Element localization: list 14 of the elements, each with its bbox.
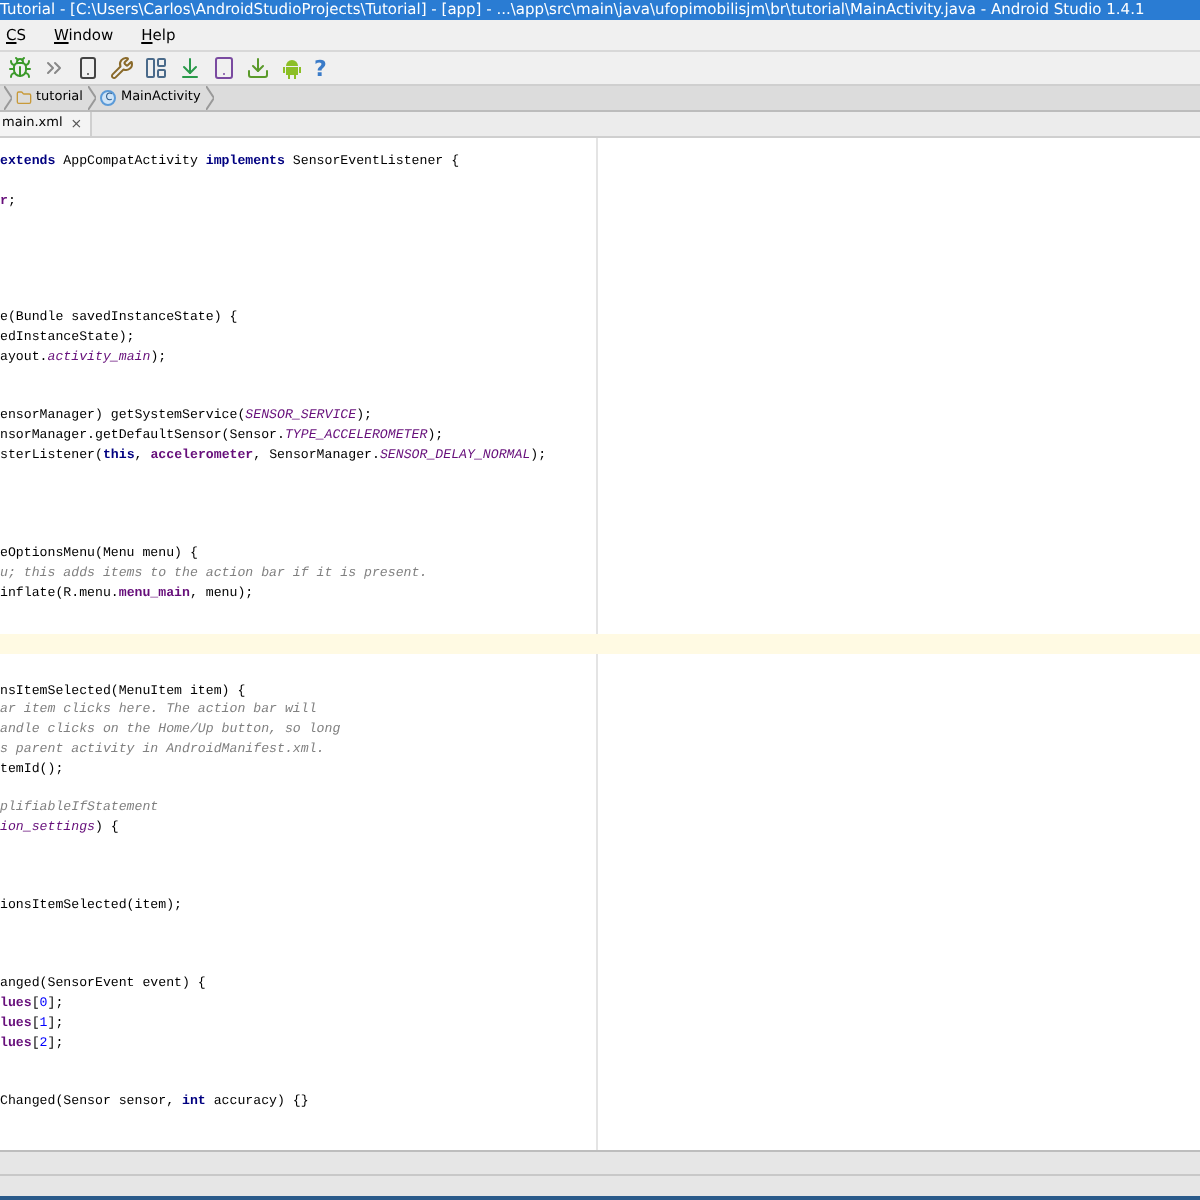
double-chevron-icon[interactable]: [42, 56, 66, 80]
download-arrow-icon[interactable]: [178, 56, 202, 80]
phone-icon[interactable]: [76, 56, 100, 80]
folder-icon: [16, 90, 32, 106]
bug-icon[interactable]: [8, 56, 32, 80]
help-button[interactable]: ?: [314, 57, 327, 79]
chevron-separator-icon: [88, 86, 97, 110]
panels-icon[interactable]: [144, 56, 168, 80]
android-icon[interactable]: [280, 56, 304, 80]
wrench-icon[interactable]: [110, 56, 134, 80]
tablet-icon[interactable]: [212, 56, 236, 80]
download-icon[interactable]: [246, 56, 270, 80]
chevron-separator-icon: [206, 86, 215, 110]
chevron-separator-icon: [4, 86, 12, 110]
